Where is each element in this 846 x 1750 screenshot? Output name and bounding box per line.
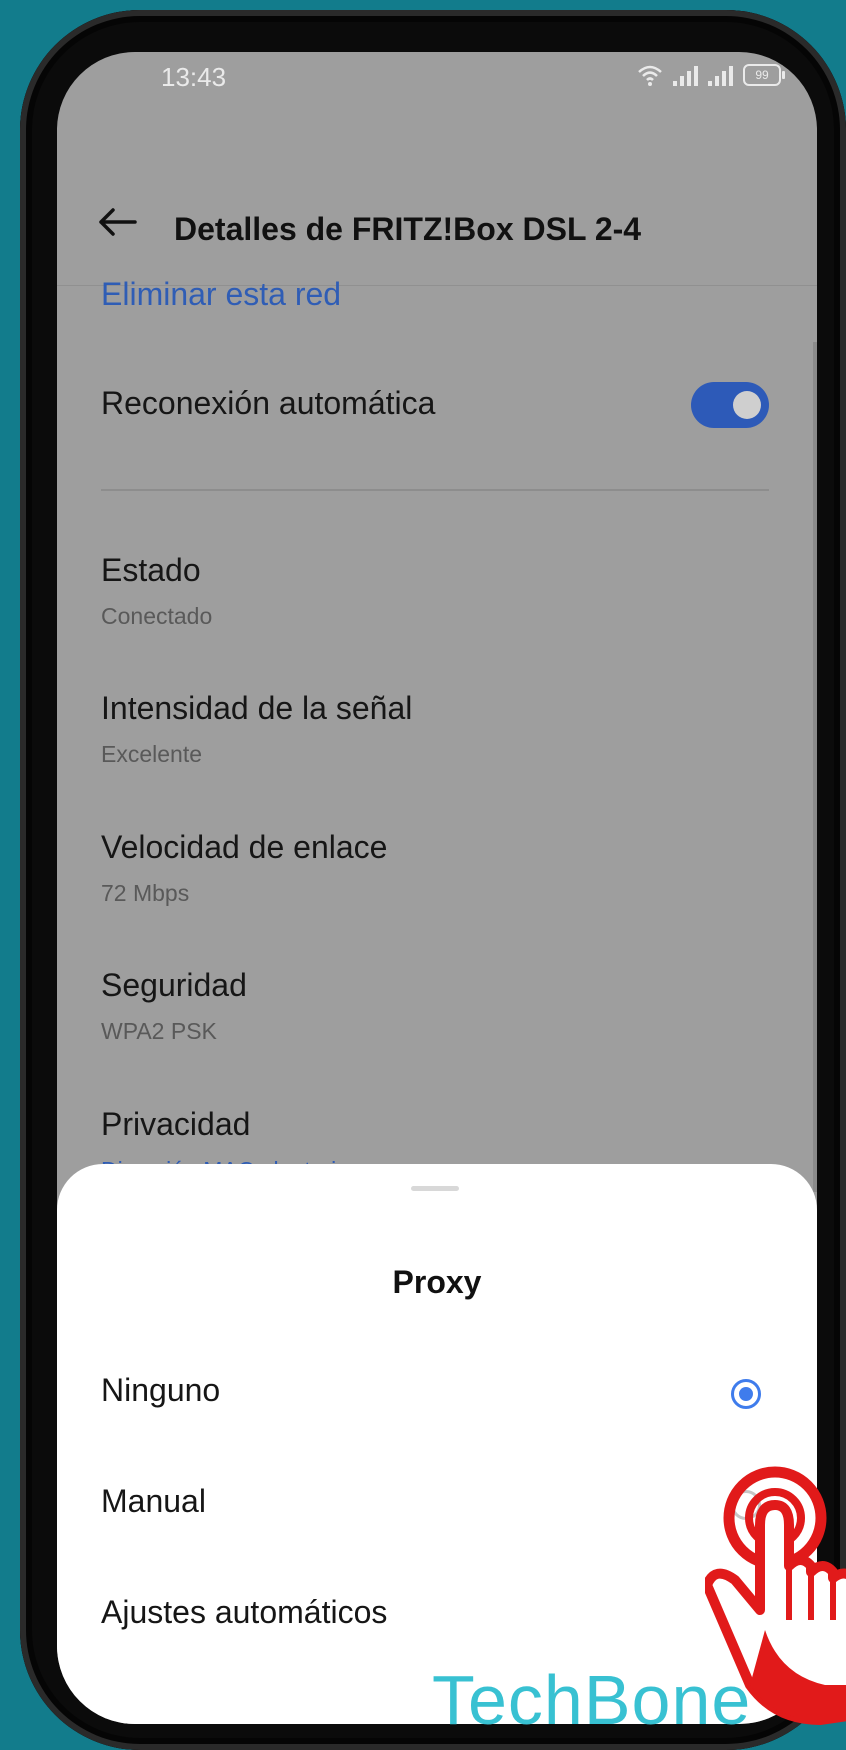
toggle-knob — [733, 391, 761, 419]
link-speed-item[interactable]: Velocidad de enlace 72 Mbps — [101, 829, 387, 907]
link-speed-value: 72 Mbps — [101, 880, 190, 906]
signal-icon — [673, 64, 698, 86]
security-value: WPA2 PSK — [101, 1018, 217, 1044]
arrow-left-icon[interactable] — [97, 207, 137, 237]
status-bar: 13:43 99 — [57, 52, 817, 122]
status-value: Conectado — [101, 603, 213, 629]
proxy-sheet-title: Proxy — [392, 1264, 482, 1300]
security-item[interactable]: Seguridad WPA2 PSK — [101, 967, 247, 1045]
status-time: 13:43 — [161, 62, 227, 92]
wifi-icon — [638, 65, 662, 86]
battery-icon: 99 — [743, 64, 785, 86]
signal-icon — [708, 64, 733, 86]
app-bar: Detalles de FRITZ!Box DSL 2-4 — [57, 157, 817, 277]
remove-network-link[interactable]: Eliminar esta red — [101, 276, 341, 313]
proxy-option-manual[interactable]: Manual — [101, 1483, 206, 1520]
section-divider — [101, 489, 769, 491]
proxy-bottom-sheet: Proxy Ninguno Manual Ajustes automáticos — [57, 1164, 817, 1724]
privacy-title: Privacidad — [101, 1106, 251, 1142]
watermark-logo: TechBone — [432, 1661, 752, 1739]
signal-strength-item[interactable]: Intensidad de la señal Excelente — [101, 690, 412, 768]
status-icons: 99 — [637, 64, 785, 86]
page-title: Detalles de FRITZ!Box DSL 2-4 — [174, 211, 642, 247]
phone-screen: 13:43 99 Detalles de FRITZ!Box DSL 2-4 E… — [57, 52, 817, 1724]
auto-reconnect-label: Reconexión automática — [101, 385, 436, 421]
status-title: Estado — [101, 552, 201, 588]
security-title: Seguridad — [101, 967, 247, 1003]
status-item[interactable]: Estado Conectado — [101, 552, 212, 630]
proxy-option-none[interactable]: Ninguno — [101, 1372, 220, 1409]
signal-strength-title: Intensidad de la señal — [101, 690, 413, 726]
proxy-option-auto[interactable]: Ajustes automáticos — [101, 1594, 387, 1631]
auto-reconnect-toggle[interactable] — [691, 382, 769, 428]
signal-strength-value: Excelente — [101, 741, 203, 767]
proxy-radio-none[interactable] — [731, 1379, 761, 1409]
link-speed-title: Velocidad de enlace — [101, 829, 388, 865]
sheet-drag-handle[interactable] — [411, 1186, 459, 1191]
scroll-indicator — [813, 342, 817, 1192]
